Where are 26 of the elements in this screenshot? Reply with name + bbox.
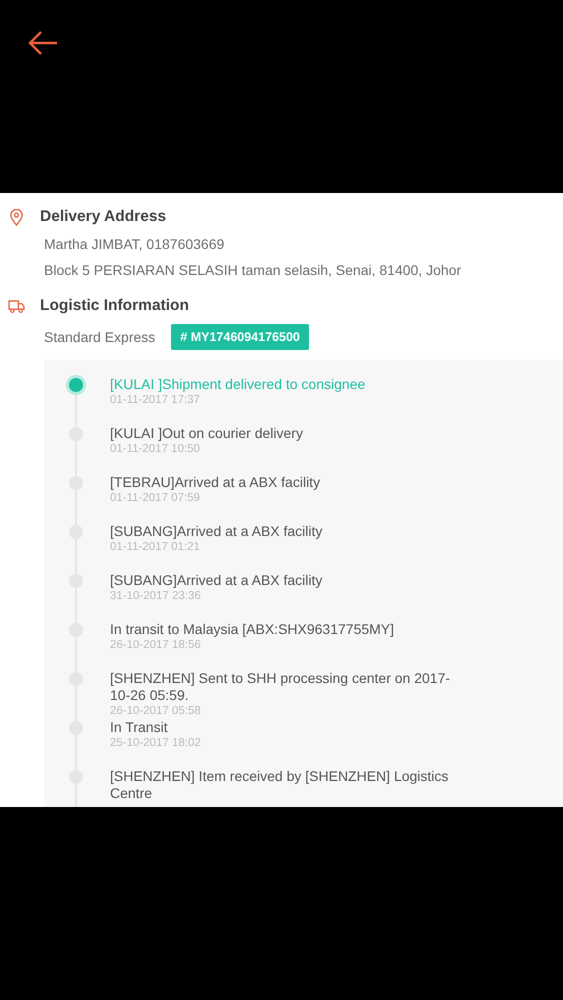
event-time: 26-10-2017 05:58	[110, 704, 202, 719]
back-arrow-icon[interactable]	[27, 30, 59, 56]
tracking-number-badge: # MY1746094176500	[171, 324, 309, 350]
event-status: In Transit	[110, 719, 169, 736]
event-status: [SHENZHEN] Item received by [SHENZHEN] Logistics Centre	[110, 768, 450, 802]
event-time: 01-11-2017 17:37	[110, 393, 201, 408]
event-time: 01-11-2017 01:21	[110, 540, 201, 555]
recipient-name-phone: Martha JIMBAT, 0187603669	[43, 235, 226, 253]
event-status: In transit to Malaysia [ABX:SHX96317755MY]	[110, 621, 396, 638]
truck-icon	[8, 300, 25, 312]
event-time: 01-11-2017 07:59	[110, 491, 201, 506]
event-status: [KULAI ]Shipment delivered to consignee	[110, 376, 366, 393]
event-status: [KULAI ]Out on courier delivery	[110, 425, 304, 442]
event-status: [TEBRAU]Arrived at a ABX facility	[110, 474, 322, 491]
event-time: 31-10-2017 23:36	[110, 589, 202, 604]
event-time: 25-10-2017 18:02	[110, 736, 202, 751]
event-time: 26-10-2017 18:56	[110, 638, 202, 653]
event-status: [SUBANG]Arrived at a ABX facility	[110, 523, 324, 540]
section-title: Delivery Address	[40, 208, 166, 226]
shipping-service: Standard Express	[44, 328, 156, 346]
delivery-address-text: Block 5 PERSIARAN SELASIH taman selasih, Senai, 81400, Johor	[43, 261, 462, 279]
event-status: [SHENZHEN] Sent to SHH processing center on 2017-10-26 05:59.	[110, 670, 452, 704]
location-pin-icon	[8, 208, 25, 226]
section-title: Logistic Information	[40, 297, 189, 315]
event-time: 01-11-2017 10:50	[110, 442, 201, 457]
event-status: [SUBANG]Arrived at a ABX facility	[110, 572, 324, 589]
